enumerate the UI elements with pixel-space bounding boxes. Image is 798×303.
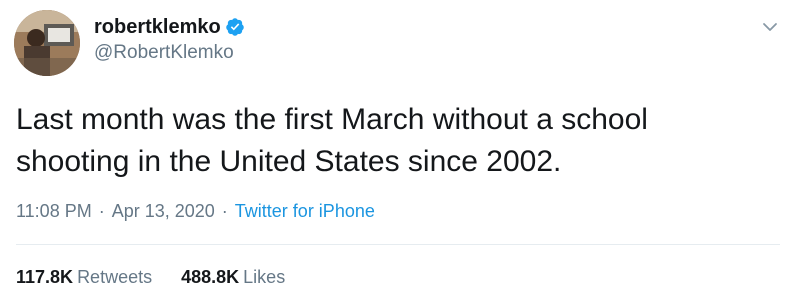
avatar-image [14, 10, 80, 76]
author-info: robertklemko @RobertKlemko [94, 15, 245, 65]
tweet-text-line-1: Last month was the first March without a… [16, 103, 648, 136]
display-name[interactable]: robertklemko [94, 15, 221, 39]
tweet-time[interactable]: 11:08 PM [16, 201, 92, 221]
handle[interactable]: @RobertKlemko [94, 41, 245, 65]
chevron-down-icon[interactable] [760, 17, 780, 37]
meta-separator: · [98, 201, 105, 221]
tweet-date[interactable]: Apr 13, 2020 [112, 201, 215, 221]
likes-count: 488.8K [181, 267, 240, 287]
retweets-count: 117.8K [16, 267, 74, 287]
verified-badge-icon [225, 17, 245, 37]
meta-separator: · [221, 201, 228, 221]
likes-stat[interactable]: 488.8K Likes [181, 265, 285, 289]
tweet-source-link[interactable]: Twitter for iPhone [235, 201, 375, 221]
tweet-text-line-2: shooting in the United States since 2002… [16, 145, 562, 178]
retweets-label: Retweets [77, 267, 153, 287]
tweet-stats: 117.8K Retweets 488.8K Likes [16, 265, 309, 289]
likes-label: Likes [243, 267, 286, 287]
retweets-stat[interactable]: 117.8K Retweets [16, 265, 152, 289]
tweet-text: Last month was the first March without a… [16, 99, 756, 183]
avatar[interactable] [14, 10, 80, 76]
display-name-row: robertklemko [94, 15, 245, 39]
tweet-meta: 11:08 PM · Apr 13, 2020 · Twitter for iPhone [16, 199, 375, 223]
divider [16, 244, 780, 245]
tweet-card: robertklemko @RobertKlemko Last month wa… [0, 0, 798, 303]
